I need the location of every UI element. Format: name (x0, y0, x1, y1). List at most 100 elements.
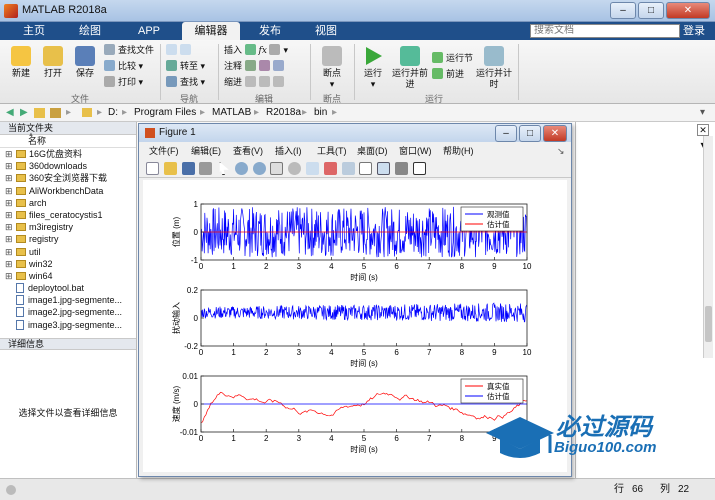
maximize-button[interactable]: □ (638, 2, 664, 19)
menu-file[interactable]: 文件(F) (149, 144, 179, 158)
file-list-item[interactable]: deploytool.bat (0, 282, 136, 294)
insert-button[interactable]: 插入 fx ▾ (224, 44, 288, 57)
data-cursor-icon[interactable] (306, 162, 320, 175)
breakpoint-icon (322, 46, 342, 66)
brush-icon[interactable] (323, 162, 337, 175)
file-list-item[interactable]: ⊞ win32 (0, 258, 136, 270)
expand-icon[interactable]: ⊞ (5, 148, 13, 160)
expand-icon[interactable]: ⊞ (5, 160, 13, 172)
file-list-item[interactable]: image2.jpg-segmente... (0, 306, 136, 318)
expand-icon[interactable]: ⊞ (5, 197, 13, 209)
file-list-item[interactable]: ⊞ files_ceratocystis1 (0, 209, 136, 221)
find-files-button[interactable]: 查找文件 (104, 44, 154, 56)
expand-icon[interactable]: ⊞ (5, 209, 13, 221)
show-tools-icon[interactable] (412, 162, 426, 175)
expand-icon[interactable]: ⊞ (5, 233, 13, 245)
pan-icon[interactable] (270, 162, 284, 175)
path-segment[interactable]: R2018a (266, 104, 301, 121)
pointer-icon[interactable] (219, 162, 229, 175)
scrollbar[interactable] (703, 136, 713, 358)
compare-button[interactable]: 比较 ▾ (104, 60, 143, 72)
menu-insert[interactable]: 插入(I) (275, 144, 302, 158)
menu-tools[interactable]: 工具(T) (317, 144, 347, 158)
expand-icon[interactable]: ⊞ (5, 172, 13, 184)
tab-home[interactable]: 主页 (12, 22, 56, 40)
back-icon[interactable]: ◀ (6, 104, 14, 121)
menu-desktop[interactable]: 桌面(D) (357, 144, 388, 158)
menu-view[interactable]: 查看(V) (233, 144, 263, 158)
expand-icon[interactable]: ⊞ (5, 185, 13, 197)
new-button[interactable]: 新建 (6, 46, 36, 79)
indent-button[interactable]: 缩进 (224, 76, 287, 88)
scrollbar-thumb[interactable] (705, 306, 712, 342)
forward-icon[interactable]: ▶ (20, 104, 28, 121)
open-file-icon[interactable] (163, 162, 177, 175)
series-line (200, 302, 528, 323)
tab-editor[interactable]: 编辑器 (182, 22, 240, 40)
address-dropdown-icon[interactable]: ▾ (700, 104, 705, 121)
tab-plots[interactable]: 绘图 (68, 22, 112, 40)
colorbar-icon[interactable] (359, 162, 373, 175)
run-time-button[interactable]: 运行并计时 (476, 46, 512, 90)
file-list-item[interactable]: ⊞ win64 (0, 270, 136, 282)
figure-minimize-button[interactable]: – (495, 125, 517, 142)
file-list-item[interactable]: ⊞ m3iregistry (0, 221, 136, 233)
breakpoint-button[interactable]: 断点 ▾ (316, 46, 348, 90)
dock-arrow-icon[interactable]: ↘ (557, 144, 565, 158)
run-button[interactable]: 运行 ▾ (358, 46, 388, 90)
save-button[interactable]: 保存 (70, 46, 100, 79)
save-figure-icon[interactable] (181, 162, 195, 175)
column-header[interactable]: ▲ 名称 (0, 132, 136, 148)
file-list-item[interactable]: ⊞ AliWorkbenchData (0, 185, 136, 197)
path-segment[interactable]: bin (314, 104, 327, 121)
legend-icon[interactable] (377, 162, 391, 175)
path-segment[interactable]: D: (108, 104, 118, 121)
nav-back-button[interactable] (166, 44, 194, 56)
menu-window[interactable]: 窗口(W) (399, 144, 432, 158)
menu-help[interactable]: 帮助(H) (443, 144, 474, 158)
file-list-item[interactable]: image3.jpg-segmente... (0, 319, 136, 331)
expand-icon[interactable]: ⊞ (5, 246, 13, 258)
expand-icon[interactable]: ⊞ (5, 221, 13, 233)
print-figure-icon[interactable] (199, 162, 213, 175)
new-figure-icon[interactable] (146, 162, 159, 175)
menu-edit[interactable]: 编辑(E) (191, 144, 221, 158)
goto-button[interactable]: 转至 ▾ (166, 60, 205, 72)
file-list-item[interactable]: ⊞ registry (0, 233, 136, 245)
search-input[interactable]: 搜索文档 (530, 24, 680, 38)
browse-folder-icon[interactable] (50, 108, 61, 118)
run-advance-button[interactable]: 运行并前进 (392, 46, 428, 90)
file-list-item[interactable]: ⊞ 360安全浏览器下载 (0, 172, 136, 184)
zoom-out-icon[interactable] (252, 162, 266, 175)
tab-apps[interactable]: APP (124, 22, 174, 40)
zoom-in-icon[interactable] (234, 162, 248, 175)
comment-button[interactable]: 注释 (224, 60, 287, 72)
login-link[interactable]: 登录 (683, 22, 705, 40)
panel-close-icon[interactable]: ✕ (697, 124, 709, 136)
open-button[interactable]: 打开 (38, 46, 68, 79)
advance-button[interactable]: 前进 (432, 68, 464, 80)
up-folder-icon[interactable] (34, 108, 45, 118)
rotate-icon[interactable] (288, 162, 302, 175)
figure-maximize-button[interactable]: □ (519, 125, 541, 142)
close-button[interactable]: ✕ (666, 2, 710, 19)
file-list-item[interactable]: ⊞ arch (0, 197, 136, 209)
figure-close-button[interactable]: ✕ (543, 125, 567, 142)
expand-icon[interactable]: ⊞ (5, 258, 13, 270)
path-segment[interactable]: Program Files (134, 104, 196, 121)
tab-view[interactable]: 视图 (304, 22, 348, 40)
tab-publish[interactable]: 发布 (248, 22, 292, 40)
compare-label: 比较 (118, 61, 137, 71)
path-segment[interactable]: MATLAB (212, 104, 251, 121)
file-list-item[interactable]: image1.jpg-segmente... (0, 294, 136, 306)
minimize-button[interactable]: – (610, 2, 636, 19)
print-button[interactable]: 打印 ▾ (104, 76, 143, 88)
file-list-item[interactable]: ⊞ 360downloads (0, 160, 136, 172)
expand-icon[interactable]: ⊞ (5, 270, 13, 282)
hide-tools-icon[interactable] (394, 162, 408, 175)
find-button[interactable]: 查找 ▾ (166, 76, 205, 88)
run-section-button[interactable]: 运行节 (432, 52, 473, 64)
link-plot-icon[interactable] (341, 162, 355, 175)
file-list-item[interactable]: ⊞ util (0, 246, 136, 258)
file-list-item[interactable]: ⊞ 16G优盘资料 (0, 148, 136, 160)
